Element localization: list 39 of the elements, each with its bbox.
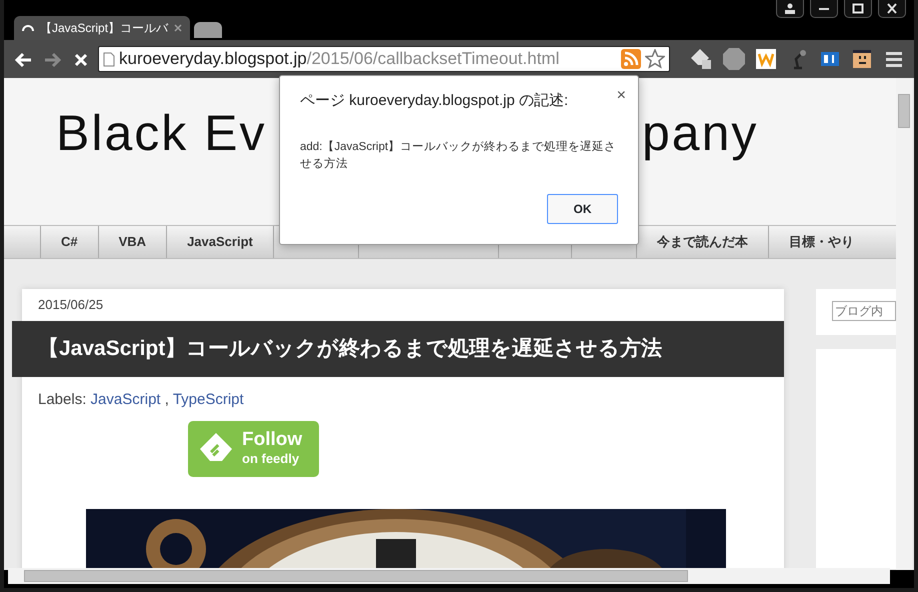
bookmark-star-icon[interactable] (645, 49, 666, 69)
browser-tab[interactable]: 【JavaScript】コールバ (14, 16, 190, 40)
profile-button[interactable] (776, 0, 804, 18)
maximize-icon (851, 2, 865, 15)
nav-link[interactable]: 目標・やり (768, 226, 874, 258)
url-text: kuroeveryday.blogspot.jp/2015/06/callbacksetTimeout.html (119, 48, 560, 70)
close-icon (74, 52, 88, 67)
search-field[interactable]: ブログ内 (832, 301, 896, 321)
post-date: 2015/06/25 (37, 296, 104, 314)
label-link[interactable]: JavaScript (90, 390, 161, 408)
horizontal-scrollbar[interactable] (8, 568, 890, 584)
labels-prefix: Labels: (38, 390, 88, 408)
post-title: 【JavaScript】コールバックが終わるまで処理を遅延させる方法 (12, 320, 784, 376)
forward-icon (44, 52, 62, 68)
page-icon (103, 52, 115, 66)
minimize-icon (819, 8, 829, 10)
maximize-button[interactable] (844, 0, 872, 18)
nav-link[interactable]: VBA (98, 226, 166, 258)
close-icon[interactable] (174, 24, 182, 32)
nav-link[interactable]: C# (40, 226, 98, 258)
close-icon (885, 2, 899, 15)
minimize-button[interactable] (810, 0, 838, 18)
vertical-scrollbar[interactable] (896, 78, 912, 570)
browser-tab[interactable] (194, 22, 222, 38)
ok-button[interactable]: OK (547, 194, 618, 224)
close-button[interactable]: × (616, 84, 626, 108)
dialog-message: add:【JavaScript】コールバックが終わるまで処理を遅延させる方法 (300, 140, 618, 172)
face-icon[interactable] (850, 47, 874, 71)
blog-title[interactable]: pany (642, 108, 758, 158)
nav-link[interactable]: JavaScript (166, 226, 273, 258)
profile-icon (783, 2, 797, 15)
back-icon (14, 52, 32, 68)
label-separator: , (164, 390, 169, 408)
close-button[interactable] (878, 0, 906, 18)
address-bar[interactable]: kuroeveryday.blogspot.jp/2015/06/callbacksetTimeout.html (98, 46, 670, 72)
rss-icon[interactable] (621, 49, 642, 69)
dialog-title: ページ kuroeveryday.blogspot.jp の記述: (300, 91, 570, 111)
label-link[interactable]: TypeScript (172, 390, 244, 408)
w-icon[interactable] (754, 47, 778, 71)
